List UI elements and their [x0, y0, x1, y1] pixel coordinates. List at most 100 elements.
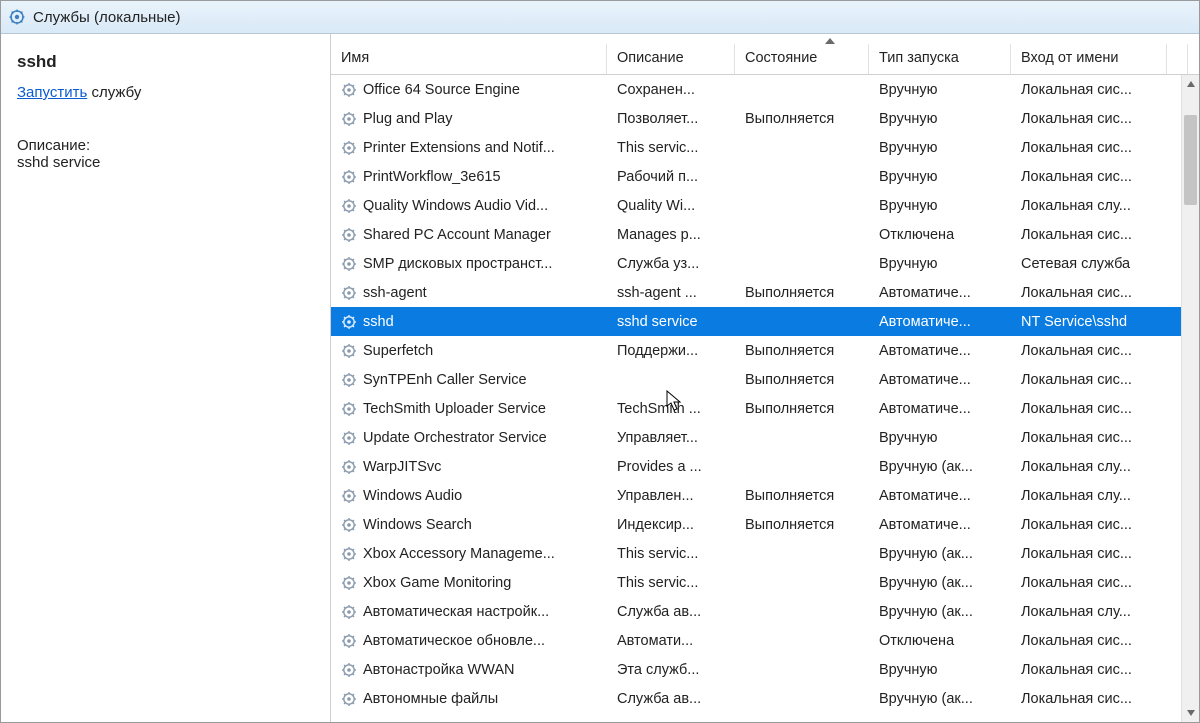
- gear-icon: [341, 227, 357, 243]
- col-header-start[interactable]: Тип запуска: [869, 44, 1011, 74]
- service-name-text: PrintWorkflow_3e615: [363, 169, 501, 185]
- cell-logon: Локальная сис...: [1011, 285, 1167, 301]
- gear-icon: [341, 256, 357, 272]
- cell-startup: Автоматиче...: [869, 372, 1011, 388]
- cell-startup: Вручную (ак...: [869, 575, 1011, 591]
- cell-logon: Локальная слу...: [1011, 459, 1167, 475]
- cell-name: Windows Search: [331, 517, 607, 533]
- service-row[interactable]: Quality Windows Audio Vid... Quality Wi..…: [331, 191, 1181, 220]
- service-row[interactable]: Shared PC Account ManagerManages p...Отк…: [331, 220, 1181, 249]
- service-row[interactable]: Windows AudioУправлен...ВыполняетсяАвтом…: [331, 481, 1181, 510]
- service-row[interactable]: Автоматическая настройк...Служба ав...Вр…: [331, 597, 1181, 626]
- service-name-text: Superfetch: [363, 343, 433, 359]
- scrollbar-thumb[interactable]: [1184, 115, 1197, 205]
- cell-desc: Provides a ...: [607, 459, 735, 475]
- col-header-state[interactable]: Состояние: [735, 44, 869, 74]
- cell-startup: Автоматиче...: [869, 343, 1011, 359]
- cell-name: Quality Windows Audio Vid...: [331, 198, 607, 214]
- cell-desc: Управляет...: [607, 430, 735, 446]
- cell-name: Windows Audio: [331, 488, 607, 504]
- cell-name: ssh-agent: [331, 285, 607, 301]
- service-row[interactable]: Printer Extensions and Notif... This serv…: [331, 133, 1181, 162]
- scroll-gutter-header: [1167, 44, 1188, 74]
- cell-logon: Локальная сис...: [1011, 633, 1167, 649]
- cell-name: Plug and Play: [331, 111, 607, 127]
- cell-state: Выполняется: [735, 372, 869, 388]
- services-window: Службы (локальные) sshd Запустить службу…: [0, 0, 1200, 723]
- cell-startup: Вручную: [869, 82, 1011, 98]
- sort-indicator: [331, 34, 1199, 44]
- service-row[interactable]: ssh-agentssh-agent ...ВыполняетсяАвтомат…: [331, 278, 1181, 307]
- cell-name: Автоматическая настройк...: [331, 604, 607, 620]
- cell-startup: Автоматиче...: [869, 517, 1011, 533]
- cell-name: Xbox Game Monitoring: [331, 575, 607, 591]
- service-name-text: Xbox Accessory Manageme...: [363, 546, 555, 562]
- service-row[interactable]: Автономные файлыСлужба ав...Вручную (ак.…: [331, 684, 1181, 713]
- service-name-text: Windows Search: [363, 517, 472, 533]
- cell-logon: Локальная сис...: [1011, 82, 1167, 98]
- service-row[interactable]: Xbox Game MonitoringThis servic...Вручну…: [331, 568, 1181, 597]
- service-row[interactable]: Xbox Accessory Manageme...This servic...…: [331, 539, 1181, 568]
- cell-startup: Вручную: [869, 662, 1011, 678]
- service-name-text: Автоматическая настройк...: [363, 604, 549, 620]
- service-row[interactable]: SMP дисковых пространст...Служба уз...Вр…: [331, 249, 1181, 278]
- cell-startup: Отключена: [869, 227, 1011, 243]
- col-header-logon[interactable]: Вход от имени: [1011, 44, 1167, 74]
- cell-desc: Управлен...: [607, 488, 735, 504]
- gear-icon: [341, 111, 357, 127]
- service-name-text: Shared PC Account Manager: [363, 227, 551, 243]
- description-text: sshd service: [17, 154, 314, 171]
- services-icon: [9, 9, 25, 25]
- service-row[interactable]: Автонастройка WWANЭта служб...ВручнуюЛок…: [331, 655, 1181, 684]
- gear-icon: [341, 343, 357, 359]
- service-row[interactable]: SynTPEnh Caller Service ВыполняетсяАвтома…: [331, 365, 1181, 394]
- service-name-text: Printer Extensions and Notif...: [363, 140, 555, 156]
- service-row[interactable]: WarpJITSvcProvides a ...Вручную (ак...Ло…: [331, 452, 1181, 481]
- start-service-link[interactable]: Запустить: [17, 84, 87, 101]
- service-name-text: Quality Windows Audio Vid...: [363, 198, 548, 214]
- scroll-up-button[interactable]: [1182, 75, 1199, 93]
- service-row[interactable]: PrintWorkflow_3e615Рабочий п...ВручнуюЛо…: [331, 162, 1181, 191]
- cell-desc: sshd service: [607, 314, 735, 330]
- service-row[interactable]: Автоматическое обновле...Автомати...Откл…: [331, 626, 1181, 655]
- description-label: Описание:: [17, 137, 314, 154]
- cell-desc: This servic...: [607, 140, 735, 156]
- cell-name: SMP дисковых пространст...: [331, 256, 607, 272]
- service-row[interactable]: Plug and PlayПозволяет...ВыполняетсяВруч…: [331, 104, 1181, 133]
- col-header-desc[interactable]: Описание: [607, 44, 735, 74]
- service-row[interactable]: sshdsshd serviceАвтоматиче...NT Service\…: [331, 307, 1181, 336]
- col-header-name[interactable]: Имя: [331, 44, 607, 74]
- start-service-line: Запустить службу: [17, 84, 314, 101]
- cell-startup: Отключена: [869, 633, 1011, 649]
- selected-service-name: sshd: [17, 52, 314, 72]
- cell-name: WarpJITSvc: [331, 459, 607, 475]
- cell-logon: Сетевая служба: [1011, 256, 1167, 272]
- gear-icon: [341, 575, 357, 591]
- service-row[interactable]: Office 64 Source EngineСохранен... Вручну…: [331, 75, 1181, 104]
- cell-startup: Автоматиче...: [869, 401, 1011, 417]
- cell-name: TechSmith Uploader Service: [331, 401, 607, 417]
- cell-desc: Сохранен...: [607, 82, 735, 98]
- cell-startup: Вручную: [869, 140, 1011, 156]
- column-headers: Имя Описание Состояние Тип запуска Вход …: [331, 44, 1199, 75]
- cell-name: Office 64 Source Engine: [331, 82, 607, 98]
- cell-desc: Служба ав...: [607, 691, 735, 707]
- service-row[interactable]: TechSmith Uploader ServiceTechSmith ...В…: [331, 394, 1181, 423]
- vertical-scrollbar[interactable]: [1181, 75, 1199, 722]
- cell-startup: Вручную (ак...: [869, 691, 1011, 707]
- service-row[interactable]: Windows SearchИндексир...ВыполняетсяАвто…: [331, 510, 1181, 539]
- cell-startup: Вручную: [869, 430, 1011, 446]
- gear-icon: [341, 604, 357, 620]
- cell-state: Выполняется: [735, 343, 869, 359]
- scroll-down-button[interactable]: [1182, 704, 1199, 722]
- cell-desc: Quality Wi...: [607, 198, 735, 214]
- cell-logon: Локальная сис...: [1011, 575, 1167, 591]
- cell-state: Выполняется: [735, 401, 869, 417]
- cell-startup: Автоматиче...: [869, 488, 1011, 504]
- service-row[interactable]: SuperfetchПоддержи...ВыполняетсяАвтомати…: [331, 336, 1181, 365]
- cell-desc: TechSmith ...: [607, 401, 735, 417]
- service-name-text: Windows Audio: [363, 488, 462, 504]
- service-name-text: SynTPEnh Caller Service: [363, 372, 527, 388]
- service-row[interactable]: Update Orchestrator ServiceУправляет...В…: [331, 423, 1181, 452]
- rows-viewport: Office 64 Source EngineСохранен... Вручну…: [331, 75, 1199, 722]
